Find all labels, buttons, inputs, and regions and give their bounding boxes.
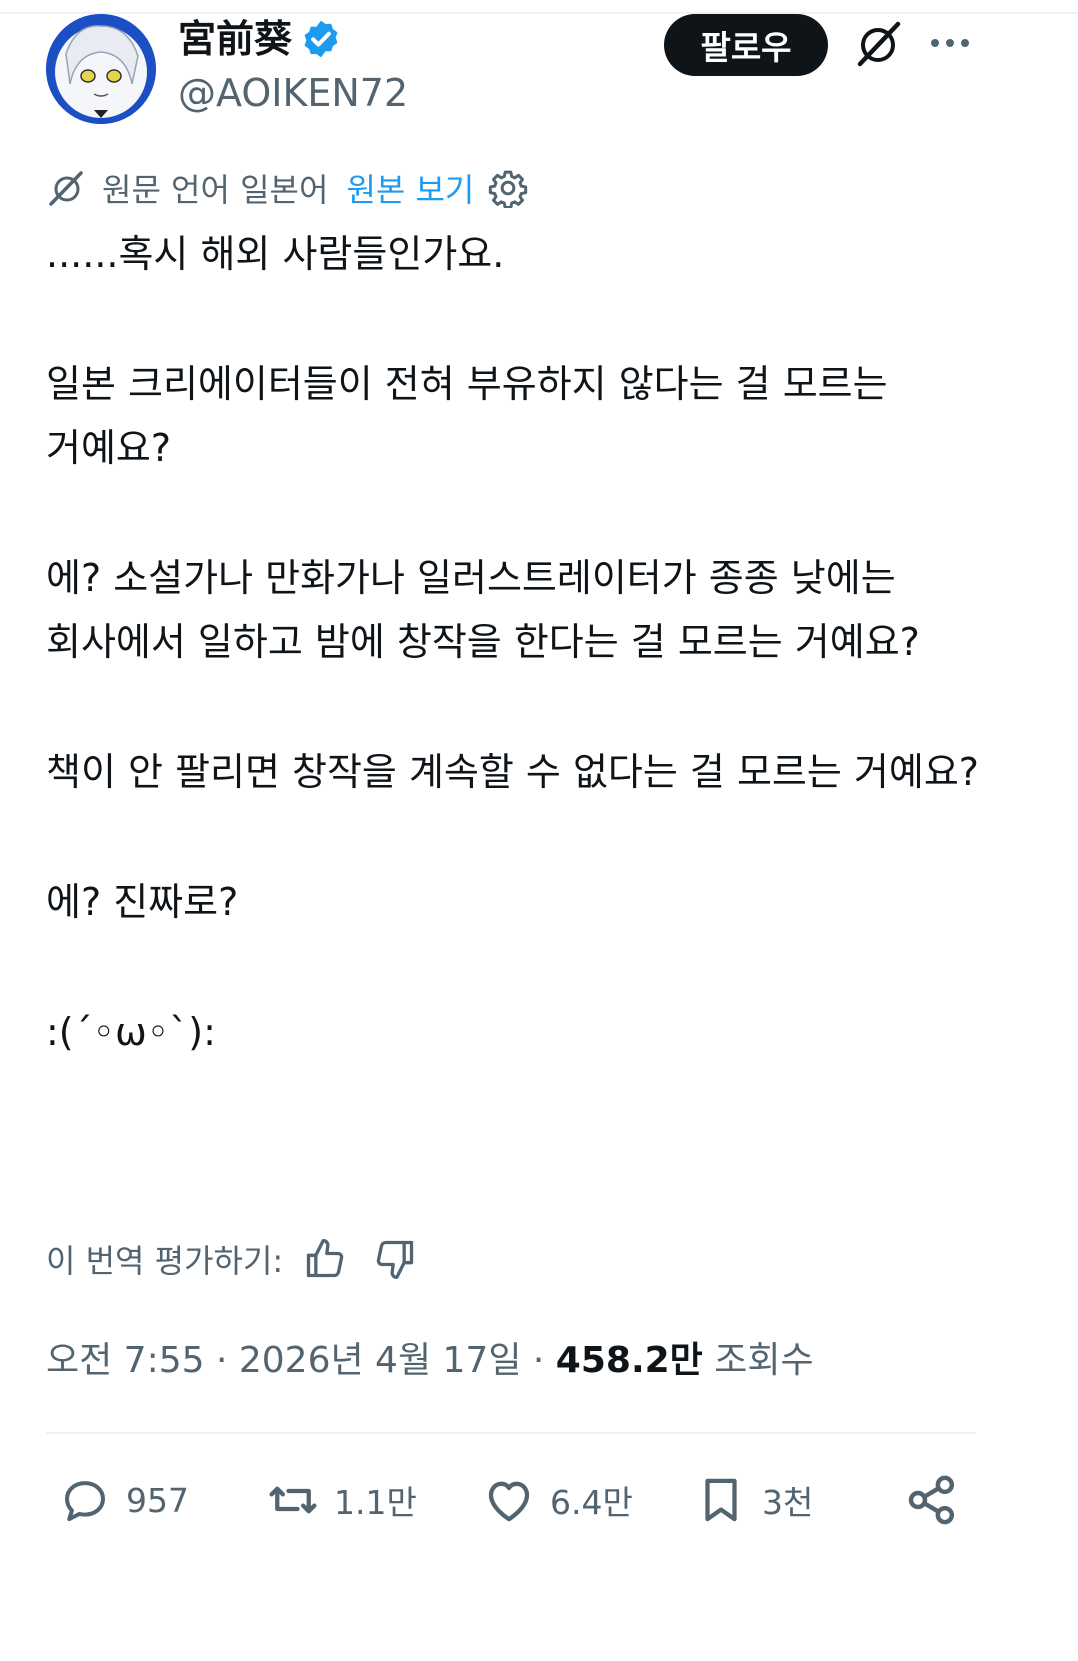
grok-icon[interactable]	[852, 18, 904, 70]
show-original-link[interactable]: 원본 보기	[346, 165, 474, 211]
bookmark-button[interactable]: 3천	[694, 1470, 813, 1530]
more-icon[interactable]	[928, 30, 972, 56]
views-count: 458.2만	[555, 1340, 703, 1381]
views-label: 조회수	[714, 1340, 814, 1381]
author-display-name[interactable]: 宮前葵	[178, 16, 342, 62]
repost-count: 1.1만	[334, 1483, 417, 1522]
verified-badge-icon	[304, 20, 338, 58]
tweet-paragraph: 일본 크리에이터들이 전혀 부유하지 않다는 걸 모르는 거예요?	[46, 362, 900, 470]
share-icon[interactable]	[904, 1472, 960, 1528]
display-name-text: 宮前葵	[178, 17, 293, 61]
tweet-paragraph: 에? 소설가나 만화가나 일러스트레이터가 종종 낮에는 회사에서 일하고 밤에…	[46, 556, 920, 664]
action-divider	[46, 1432, 976, 1434]
tweet-paragraph: 책이 안 팔리면 창작을 계속할 수 없다는 걸 모르는 거예요?	[46, 750, 979, 794]
repost-icon	[269, 1486, 317, 1514]
bookmark-count: 3천	[762, 1483, 814, 1522]
rate-translation-label: 이 번역 평가하기:	[46, 1242, 284, 1280]
avatar[interactable]	[46, 14, 156, 124]
tweet-time[interactable]: 오전 7:55	[46, 1340, 205, 1381]
follow-button[interactable]: 팔로우	[664, 14, 828, 76]
reply-count: 957	[126, 1480, 189, 1520]
rate-translation: 이 번역 평가하기:	[46, 1234, 417, 1284]
reply-button[interactable]: 957	[58, 1470, 189, 1530]
top-divider	[0, 12, 1078, 14]
heart-icon	[488, 1481, 530, 1522]
like-count: 6.4만	[550, 1483, 633, 1522]
tweet-date[interactable]: 2026년 4월 17일	[239, 1340, 522, 1381]
reply-icon	[64, 1481, 106, 1522]
gear-icon[interactable]	[488, 168, 528, 208]
source-language-label: 원문 언어 일본어	[102, 171, 329, 209]
bookmark-icon	[705, 1478, 737, 1522]
tweet-paragraph: 에? 진짜로?	[46, 880, 239, 924]
tweet-meta: 오전 7:55 · 2026년 4월 17일 · 458.2만 조회수	[46, 1336, 814, 1386]
translation-notice: 원문 언어 일본어 원본 보기	[46, 164, 528, 212]
thumbs-down-icon[interactable]	[373, 1237, 417, 1281]
thumbs-up-icon[interactable]	[303, 1237, 347, 1281]
like-button[interactable]: 6.4만	[482, 1470, 633, 1530]
tweet-paragraph: :(´◦ω◦`):	[46, 1010, 216, 1054]
meta-separator: ·	[215, 1340, 239, 1381]
tweet-text: ......혹시 해외 사람들인가요. 일본 크리에이터들이 전혀 부유하지 않…	[46, 222, 1006, 1130]
author-handle[interactable]: @AOIKEN72	[178, 70, 408, 116]
repost-button[interactable]: 1.1만	[266, 1470, 417, 1530]
tweet-paragraph: ......혹시 해외 사람들인가요.	[46, 232, 505, 276]
grok-translate-icon	[49, 171, 83, 206]
meta-separator: ·	[532, 1340, 556, 1381]
